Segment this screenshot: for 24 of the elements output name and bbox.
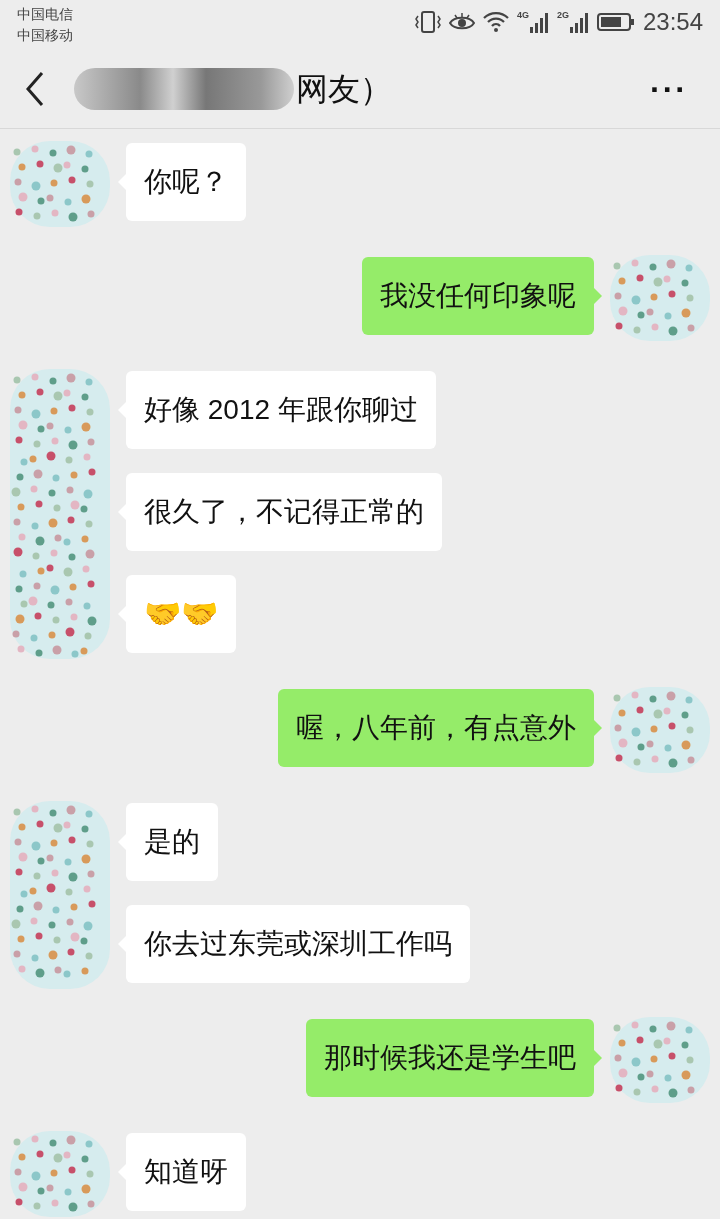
message-text: 知道呀	[144, 1156, 228, 1187]
clock-time: 23:54	[642, 10, 703, 34]
carrier-name: 中国电信	[17, 5, 73, 24]
back-icon[interactable]	[24, 71, 46, 108]
message-text: 喔，八年前，有点意外	[296, 712, 576, 743]
message-text: 你去过东莞或深圳工作吗	[144, 928, 452, 959]
message-text: 是的	[144, 826, 200, 857]
network-label: 4G	[516, 11, 529, 20]
chat-title: 网友）	[296, 70, 392, 110]
signal-icon	[528, 11, 549, 33]
signal-icon	[568, 11, 589, 33]
network-label: 2G	[556, 11, 569, 20]
message-text: 我没任何印象呢	[380, 280, 576, 311]
emoji-message: 🤝🤝	[144, 596, 218, 631]
more-button[interactable]: ···	[650, 65, 688, 114]
message-text: 你呢？	[144, 166, 228, 197]
vibrate-icon	[414, 10, 441, 34]
message-text: 那时候我还是学生吧	[324, 1042, 576, 1073]
battery-icon	[596, 12, 635, 32]
eye-icon	[448, 12, 475, 32]
message-text: 好像 2012 年跟你聊过	[144, 394, 418, 425]
carrier-name: 中国移动	[17, 26, 73, 45]
message-text: 很久了，不记得正常的	[144, 496, 424, 527]
wifi-icon	[482, 11, 509, 33]
